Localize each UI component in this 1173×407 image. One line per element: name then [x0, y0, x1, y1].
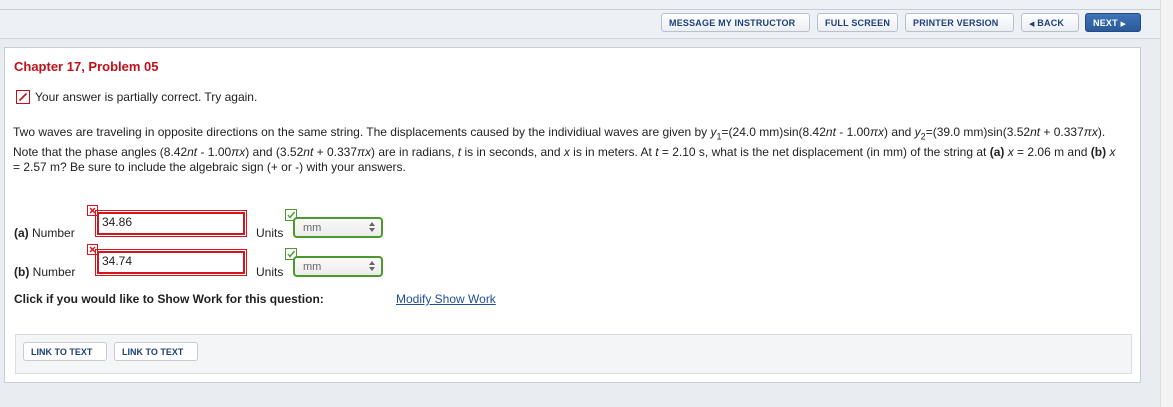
vertical-scrollbar[interactable] — [1160, 0, 1173, 407]
chevron-left-icon: ◀ — [1029, 21, 1035, 28]
answer-b-label: (b) Number — [14, 265, 76, 279]
answer-a-input[interactable]: 34.86 — [95, 210, 247, 237]
answer-a-unit-select[interactable]: mm — [293, 217, 383, 238]
answer-b-unit-value: mm — [303, 261, 322, 273]
full-screen-button[interactable]: FULL SCREEN — [817, 13, 898, 32]
select-arrows-icon — [369, 261, 375, 271]
next-label: NEXT — [1093, 18, 1118, 28]
show-work-prompt: Click if you would like to Show Work for… — [14, 292, 324, 306]
problem-panel: Chapter 17, Problem 05 Your answer is pa… — [4, 47, 1141, 383]
answer-b-units-label: Units — [256, 265, 284, 279]
answer-status: Your answer is partially correct. Try ag… — [16, 90, 257, 104]
question-text: Two waves are traveling in opposite dire… — [13, 125, 1116, 175]
message-instructor-button[interactable]: MESSAGE MY INSTRUCTOR — [661, 13, 810, 32]
answer-b-input[interactable]: 34.74 — [95, 249, 247, 276]
link-to-text-button[interactable]: LINK TO TEXT — [114, 342, 198, 361]
back-label: BACK — [1037, 18, 1065, 28]
top-toolbar: MESSAGE MY INSTRUCTOR FULL SCREEN PRINTE… — [0, 0, 1160, 39]
answer-a-label: (a) Number — [14, 226, 75, 240]
next-button[interactable]: NEXT ▶ — [1085, 13, 1141, 32]
link-to-text-bar: LINK TO TEXT LINK TO TEXT — [15, 334, 1132, 374]
back-button[interactable]: ◀ BACK — [1021, 13, 1079, 32]
answer-b-unit-select[interactable]: mm — [293, 256, 383, 277]
chapter-title: Chapter 17, Problem 05 — [14, 59, 159, 74]
link-to-text-button[interactable]: LINK TO TEXT — [23, 342, 107, 361]
select-arrows-icon — [369, 222, 375, 232]
status-text: Your answer is partially correct. Try ag… — [35, 90, 258, 104]
printer-version-button[interactable]: PRINTER VERSION — [905, 13, 1014, 32]
modify-show-work-link[interactable]: Modify Show Work — [396, 292, 496, 306]
pencil-icon — [16, 90, 30, 104]
toolbar-divider — [0, 9, 1160, 10]
answer-a-units-label: Units — [256, 226, 284, 240]
chevron-right-icon: ▶ — [1120, 21, 1127, 28]
answer-a-unit-value: mm — [303, 222, 322, 234]
